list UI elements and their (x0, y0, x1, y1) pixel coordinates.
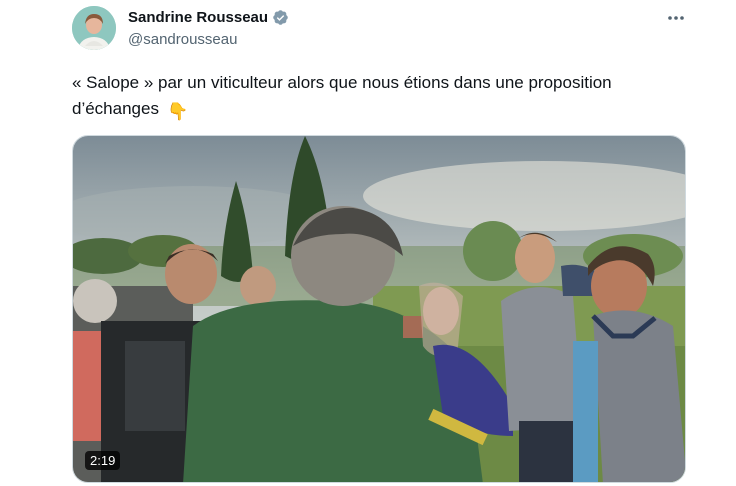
tweet-text-body: « Salope » par un viticulteur alors que … (72, 73, 612, 118)
verified-badge-icon (272, 9, 289, 26)
author-display-name[interactable]: Sandrine Rousseau (128, 9, 268, 26)
pointing-down-emoji-icon: 👇 (166, 102, 189, 121)
tweet: Sandrine Rousseau @sandrousseau « Salope… (0, 0, 736, 486)
tweet-text: « Salope » par un viticulteur alors que … (72, 70, 692, 125)
video-player[interactable]: 2:19 (72, 135, 686, 483)
author-name-row: Sandrine Rousseau (128, 9, 289, 26)
video-duration-badge: 2:19 (85, 451, 121, 470)
video-thumbnail (73, 136, 685, 482)
avatar-image (72, 6, 116, 50)
avatar[interactable] (72, 6, 116, 50)
more-horizontal-icon (668, 16, 684, 20)
author-handle[interactable]: @sandrousseau (128, 31, 237, 48)
more-options-button[interactable] (664, 8, 688, 28)
